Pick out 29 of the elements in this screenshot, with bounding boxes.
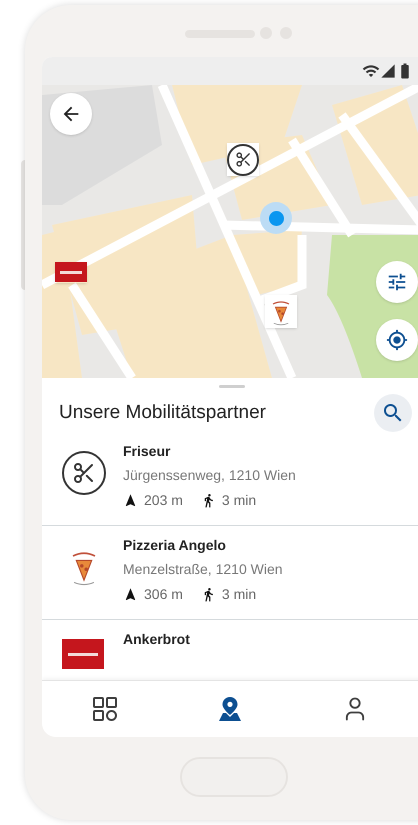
sheet-title: Unsere Mobilitätspartner: [59, 400, 266, 425]
bakery-logo-icon: [55, 262, 87, 282]
partner-name: Friseur: [123, 442, 172, 461]
partner-list-item[interactable]: Ankerbrot: [42, 620, 418, 680]
search-button[interactable]: [374, 394, 412, 432]
partner-name: Pizzeria Angelo: [123, 536, 227, 555]
map-pin-icon: [216, 696, 243, 722]
direction-arrow-icon: [123, 493, 138, 508]
barber-map-marker[interactable]: [227, 143, 259, 176]
distance-text: 203 m: [144, 491, 183, 510]
pizzeria-map-marker[interactable]: [265, 295, 297, 328]
drag-handle[interactable]: [219, 385, 245, 388]
sliders-icon: [386, 271, 408, 293]
walk-time-text: 3 min: [222, 491, 256, 510]
scissors-logo-icon: [62, 451, 106, 495]
bakery-logo-icon: [62, 639, 104, 669]
bakery-map-marker[interactable]: [55, 262, 87, 283]
direction-arrow-icon: [123, 587, 138, 602]
partner-address: Jürgenssenweg, 1210 Wien: [123, 466, 296, 484]
distance-text: 306 m: [144, 585, 183, 604]
dashboard-icon: [92, 696, 118, 722]
signal-icon: [380, 63, 396, 79]
walk-time-text: 3 min: [222, 585, 256, 604]
partner-address: Menzelstraße, 1210 Wien: [123, 560, 283, 578]
partner-name: Ankerbrot: [123, 630, 190, 649]
partner-list-item[interactable]: Friseur Jürgenssenweg, 1210 Wien 203 m 3 min: [42, 432, 418, 526]
locate-icon: [386, 329, 408, 351]
partner-list-item[interactable]: Pizzeria Angelo Menzelstraße, 1210 Wien 306 m 3 min: [42, 526, 418, 620]
scissors-logo-icon: [227, 144, 259, 176]
